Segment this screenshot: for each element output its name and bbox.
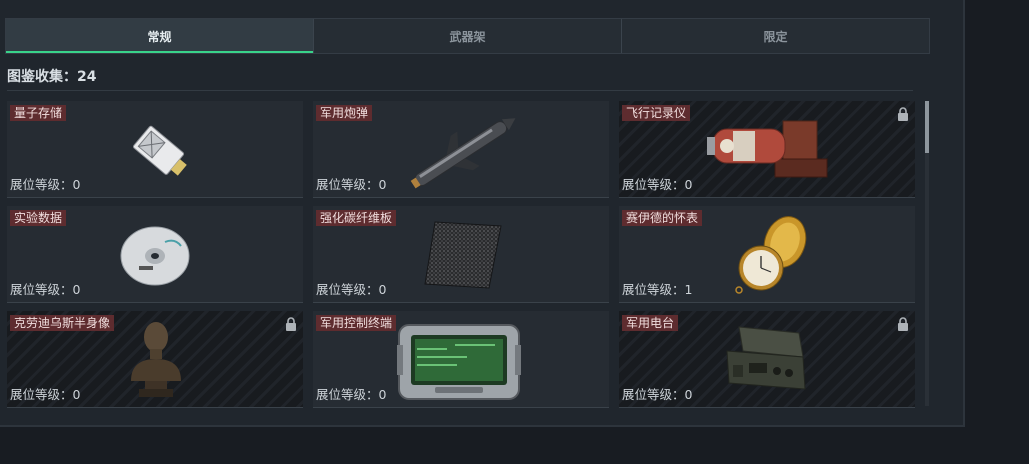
item-name: 量子存储 — [10, 105, 67, 121]
item-card-carbon-fiber-plate[interactable]: 强化碳纤维板 展位等级：0 — [313, 206, 609, 303]
lock-icon — [286, 317, 296, 331]
divider — [7, 90, 913, 91]
display-level: 展位等级：0 — [316, 177, 387, 192]
display-level: 展位等级：0 — [10, 282, 81, 297]
background-right — [965, 0, 1029, 464]
item-card-pocket-watch[interactable]: 赛伊德的怀表 展位等级：1 — [619, 206, 915, 303]
item-name: 军用电台 — [622, 315, 679, 331]
tab-limited[interactable]: 限定 — [622, 19, 929, 53]
display-level: 展位等级：0 — [316, 282, 387, 297]
tab-general[interactable]: 常规 — [6, 19, 314, 53]
military-radio-icon — [726, 326, 806, 390]
item-name: 军用炮弹 — [316, 105, 373, 121]
item-card-military-shell[interactable]: 军用炮弹 展位等级：0 — [313, 101, 609, 198]
scrollbar-thumb[interactable] — [925, 101, 929, 153]
scrollbar[interactable] — [925, 101, 929, 406]
item-card-quantum-storage[interactable]: 量子存储 展位等级：0 — [7, 101, 303, 198]
usb-drive-icon — [132, 125, 187, 176]
artillery-shell-icon — [410, 118, 516, 189]
flight-recorder-icon — [707, 120, 828, 178]
display-level: 展位等级：1 — [622, 282, 693, 297]
item-name: 实验数据 — [10, 210, 67, 226]
item-name: 赛伊德的怀表 — [622, 210, 703, 226]
lock-icon — [898, 107, 908, 121]
item-card-claudius-bust[interactable]: 克劳迪乌斯半身像 展位等级：0 — [7, 311, 303, 408]
item-card-experiment-data[interactable]: 实验数据 展位等级：0 — [7, 206, 303, 303]
display-level: 展位等级：0 — [10, 177, 81, 192]
data-disc-icon — [120, 226, 190, 286]
background-bottom — [0, 427, 965, 464]
item-card-military-terminal[interactable]: 军用控制终端 展位等级：0 — [313, 311, 609, 408]
lock-icon — [898, 317, 908, 331]
display-level: 展位等级：0 — [10, 387, 81, 402]
display-level: 展位等级：0 — [622, 177, 693, 192]
item-name: 强化碳纤维板 — [316, 210, 397, 226]
item-card-flight-recorder[interactable]: 飞行记录仪 展位等级：0 — [619, 101, 915, 198]
collection-count: 图鉴收集：24 — [7, 69, 97, 85]
pocket-watch-icon — [735, 216, 807, 294]
item-card-military-radio[interactable]: 军用电台 展位等级：0 — [619, 311, 915, 408]
collection-panel: 常规 武器架 限定 图鉴收集：24 量子存储 展位等级：0 军用炮弹 展位等级：… — [0, 0, 965, 427]
display-level: 展位等级：0 — [316, 387, 387, 402]
tab-weapon-rack[interactable]: 武器架 — [314, 19, 622, 53]
item-name: 飞行记录仪 — [622, 105, 691, 121]
control-terminal-icon — [397, 324, 521, 400]
item-name: 军用控制终端 — [316, 315, 397, 331]
carbon-plate-icon — [424, 221, 502, 289]
category-tabs: 常规 武器架 限定 — [5, 18, 930, 54]
item-name: 克劳迪乌斯半身像 — [10, 315, 115, 331]
display-level: 展位等级：0 — [622, 387, 693, 402]
bust-statue-icon — [131, 322, 181, 397]
